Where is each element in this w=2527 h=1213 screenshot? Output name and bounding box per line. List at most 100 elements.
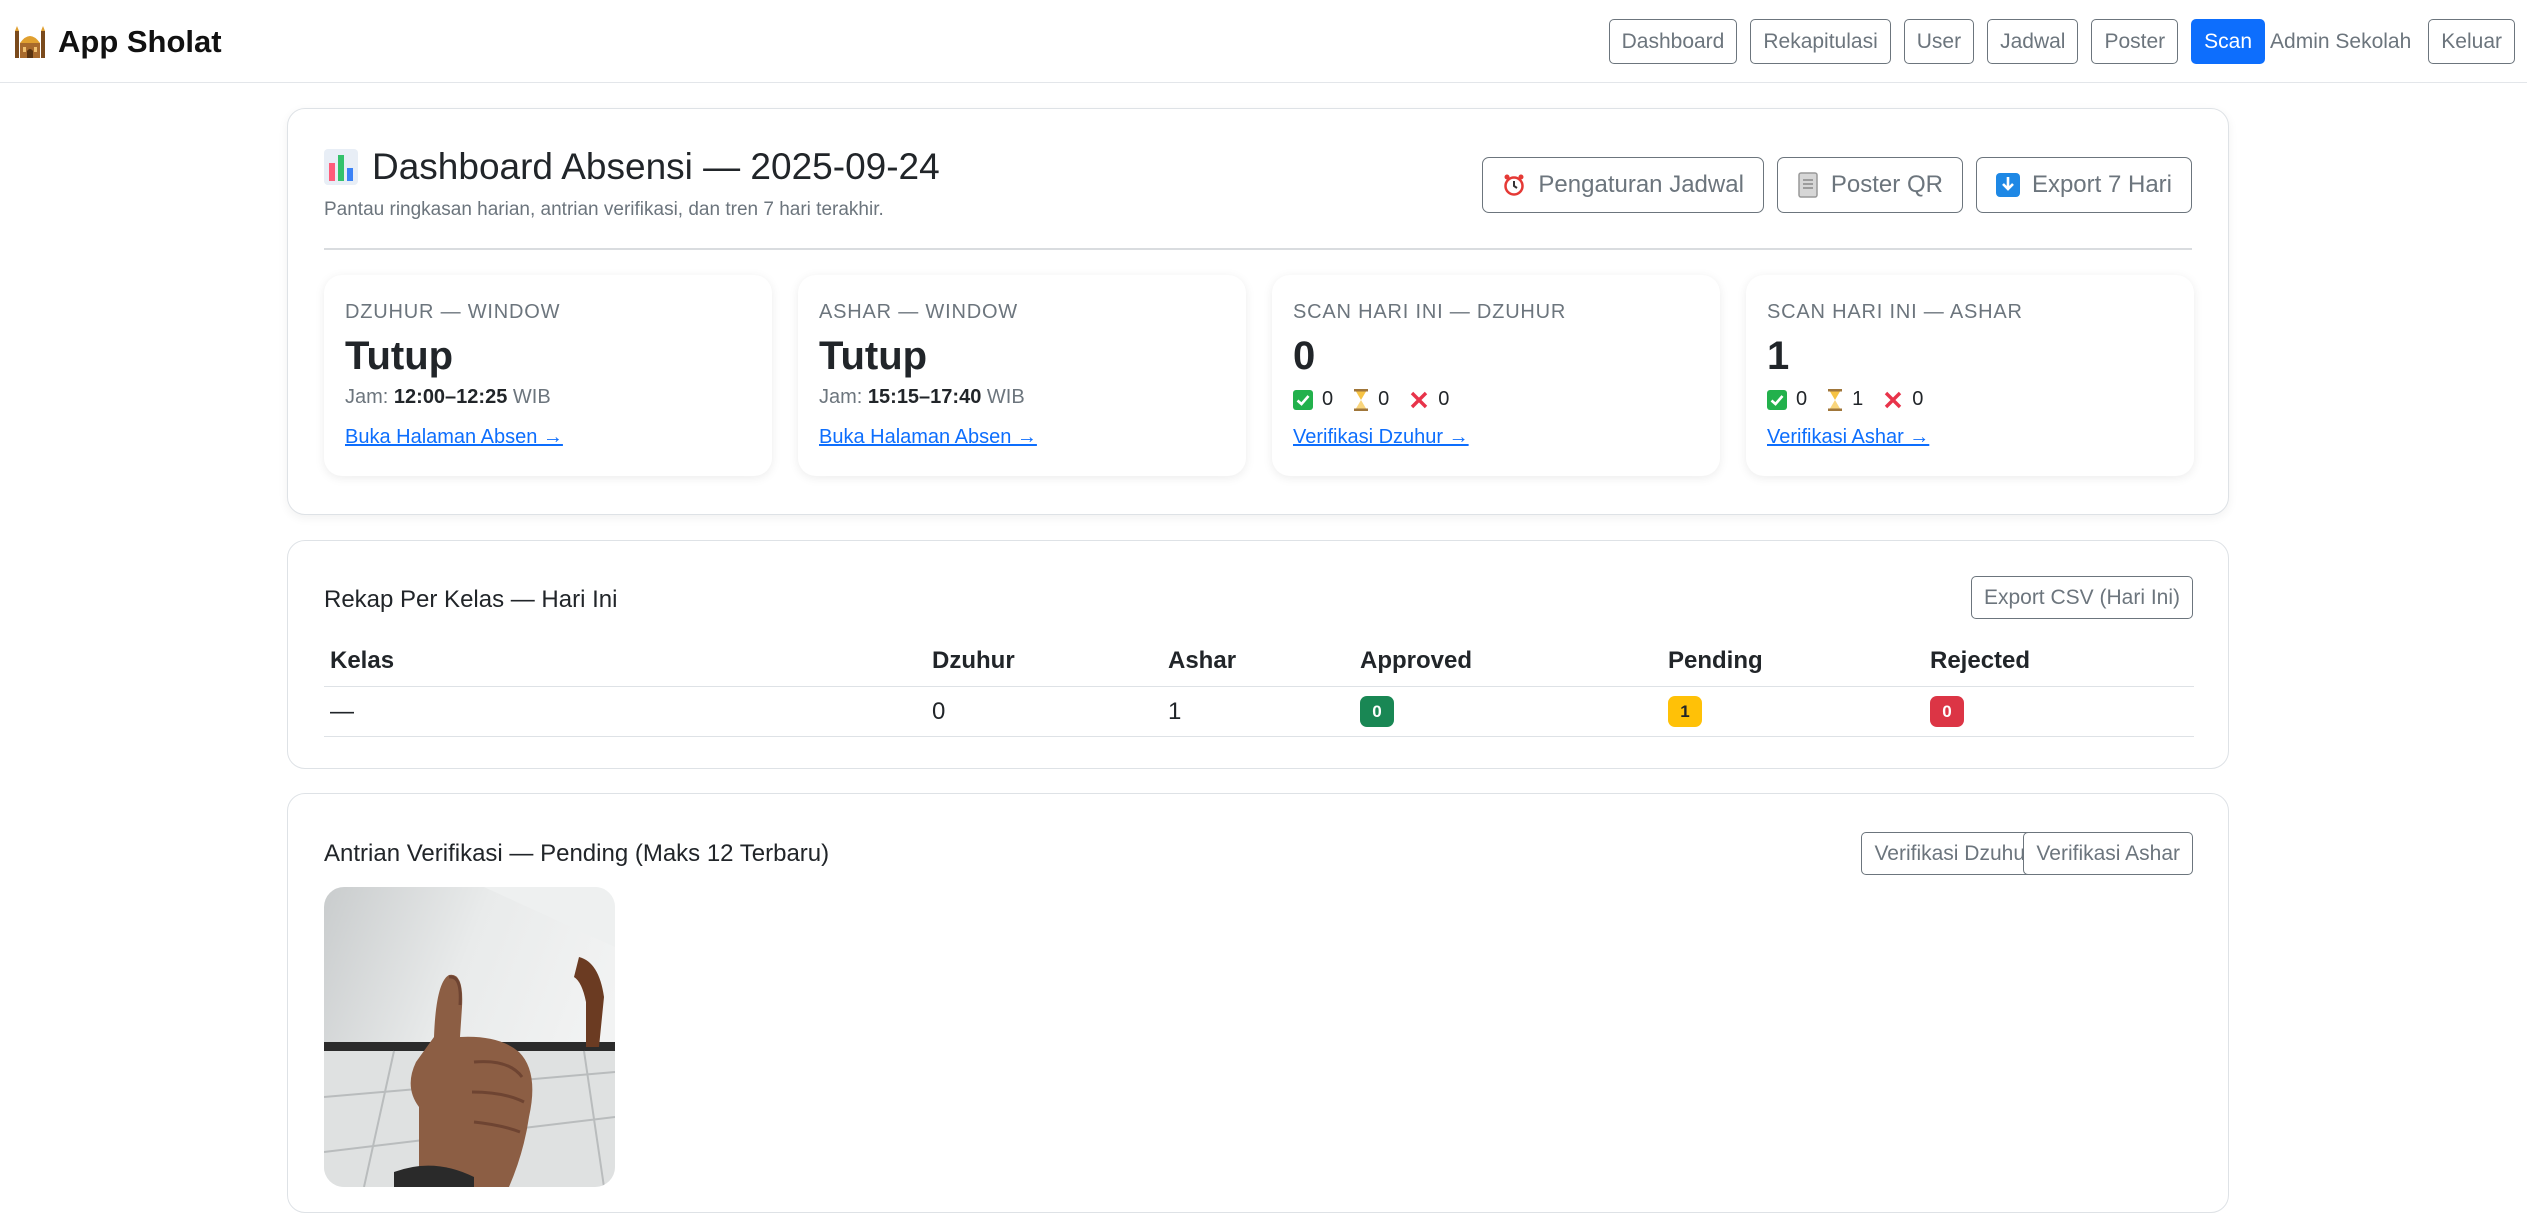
hourglass-icon	[1354, 388, 1369, 411]
cross-mark-icon	[1885, 391, 1902, 408]
status-counts: 0 0 0	[1293, 388, 1699, 411]
table-header-row: Kelas Dzuhur Ashar Approved Pending Reje…	[324, 636, 2194, 687]
stat-card-dzuhur-window: DZUHUR — WINDOW Tutup Jam: 12:00–12:25 W…	[324, 275, 772, 476]
buka-absen-ashar-link[interactable]: Buka Halaman Absen →	[819, 426, 1037, 449]
download-arrow-icon	[1995, 173, 2020, 197]
cell-kelas: —	[324, 686, 926, 737]
verifikasi-dzuhur-button[interactable]: Verifikasi Dzuhur	[1861, 832, 2045, 875]
antrian-title: Antrian Verifikasi — Pending (Maks 12 Te…	[324, 840, 830, 867]
export-7-hari-label: Export 7 Hari	[2031, 171, 2172, 198]
pengaturan-jadwal-label: Pengaturan Jadwal	[1538, 171, 1744, 198]
nav-poster-button[interactable]: Poster	[2091, 19, 2179, 64]
approved-count-value: 0	[1796, 388, 1808, 410]
approved-count: 0	[1293, 388, 1333, 411]
column-header: Rejected	[1924, 636, 2194, 687]
hourglass-icon	[1828, 388, 1843, 411]
stat-time: Jam: 15:15–17:40 WIB	[819, 386, 1225, 409]
nav-rekapitulasi-button[interactable]: Rekapitulasi	[1750, 19, 1891, 64]
cross-mark-icon	[1411, 391, 1428, 408]
verifikasi-ashar-link[interactable]: Verifikasi Ashar →	[1767, 426, 1929, 449]
rejected-count: 0	[1883, 388, 1923, 411]
rekap-title: Rekap Per Kelas — Hari Ini	[324, 586, 618, 613]
stat-value: 1	[1767, 334, 1790, 378]
rekap-card: Rekap Per Kelas — Hari Ini Export CSV (H…	[287, 540, 2229, 769]
thumbs-up-photo	[324, 887, 615, 1187]
poster-qr-label: Poster QR	[1830, 171, 1943, 198]
export-csv-button[interactable]: Export CSV (Hari Ini)	[1970, 576, 2193, 619]
table-row: — 0 1 0 1 0	[324, 686, 2194, 737]
stat-card-scan-dzuhur: SCAN HARI INI — DZUHUR 0 0 0 0 Verifikas…	[1272, 275, 1720, 476]
stat-card-scan-ashar: SCAN HARI INI — ASHAR 1 0 1 0 Verifikasi…	[1746, 275, 2194, 476]
time-zone: WIB	[512, 386, 551, 408]
stat-label: ASHAR — WINDOW	[819, 301, 1018, 323]
column-header: Pending	[1662, 636, 1924, 687]
pending-badge: 1	[1668, 696, 1702, 727]
pengaturan-jadwal-button[interactable]: Pengaturan Jadwal	[1482, 157, 1764, 213]
time-range: 12:00–12:25	[393, 386, 508, 408]
dashboard-card: Dashboard Absensi — 2025-09-24 Pantau ri…	[287, 108, 2229, 515]
page-title: Dashboard Absensi — 2025-09-24	[324, 146, 940, 188]
rejected-count-value: 0	[1438, 388, 1450, 410]
stat-cards: DZUHUR — WINDOW Tutup Jam: 12:00–12:25 W…	[324, 275, 2194, 476]
export-7-hari-button[interactable]: Export 7 Hari	[1975, 157, 2192, 213]
rekap-table: Kelas Dzuhur Ashar Approved Pending Reje…	[324, 636, 2194, 737]
page-title-text: Dashboard Absensi — 2025-09-24	[372, 146, 940, 187]
current-user-label: Admin Sekolah	[2270, 29, 2412, 53]
stat-value: 0	[1293, 334, 1316, 378]
time-prefix: Jam:	[345, 386, 389, 408]
header-actions: Pengaturan Jadwal Poster QR Export 7 Har…	[1482, 157, 2192, 213]
cell-dzuhur: 0	[926, 686, 1162, 737]
nav-actions: Dashboard Rekapitulasi User Jadwal Poste…	[1608, 19, 2515, 64]
nav-dashboard-button[interactable]: Dashboard	[1608, 19, 1738, 64]
stat-value: Tutup	[345, 334, 454, 378]
nav-jadwal-button[interactable]: Jadwal	[1987, 19, 2079, 64]
pending-photo-thumbnail[interactable]	[324, 887, 615, 1187]
nav-scan-button[interactable]: Scan	[2191, 19, 2266, 64]
time-zone: WIB	[986, 386, 1025, 408]
column-header: Ashar	[1162, 636, 1354, 687]
antrian-card: Antrian Verifikasi — Pending (Maks 12 Te…	[287, 793, 2229, 1213]
cell-approved: 0	[1354, 686, 1662, 737]
pending-count: 1	[1827, 388, 1863, 411]
status-counts: 0 1 0	[1767, 388, 2173, 411]
alarm-clock-icon	[1504, 174, 1525, 196]
document-icon	[1798, 172, 1818, 198]
stat-label: DZUHUR — WINDOW	[345, 301, 561, 323]
top-navbar: App Sholat Dashboard Rekapitulasi User J…	[0, 0, 2527, 83]
column-header: Approved	[1354, 636, 1662, 687]
column-header: Kelas	[324, 636, 926, 687]
rejected-count: 0	[1409, 388, 1449, 411]
brand-title: App Sholat	[58, 24, 222, 59]
column-header: Dzuhur	[926, 636, 1162, 687]
stat-time: Jam: 12:00–12:25 WIB	[345, 386, 751, 409]
approved-count-value: 0	[1322, 388, 1334, 410]
pending-count: 0	[1353, 388, 1389, 411]
stat-card-ashar-window: ASHAR — WINDOW Tutup Jam: 15:15–17:40 WI…	[798, 275, 1246, 476]
time-prefix: Jam:	[819, 386, 863, 408]
nav-user-button[interactable]: User	[1903, 19, 1975, 64]
stat-value: Tutup	[819, 334, 928, 378]
brand[interactable]: App Sholat	[14, 22, 222, 62]
verifikasi-dzuhur-link[interactable]: Verifikasi Dzuhur →	[1293, 426, 1469, 449]
approved-badge: 0	[1360, 696, 1394, 727]
poster-qr-button[interactable]: Poster QR	[1776, 157, 1963, 213]
rejected-badge: 0	[1930, 696, 1964, 727]
stat-label: SCAN HARI INI — DZUHUR	[1293, 301, 1567, 323]
time-range: 15:15–17:40	[867, 386, 982, 408]
check-mark-icon	[1767, 389, 1787, 410]
stat-label: SCAN HARI INI — ASHAR	[1767, 301, 2023, 323]
bar-chart-icon	[324, 149, 358, 185]
rejected-count-value: 0	[1912, 388, 1924, 410]
pending-count-value: 0	[1378, 388, 1390, 410]
verifikasi-ashar-button[interactable]: Verifikasi Ashar	[2023, 832, 2193, 875]
pending-count-value: 1	[1852, 388, 1864, 410]
check-mark-icon	[1293, 389, 1313, 410]
buka-absen-dzuhur-link[interactable]: Buka Halaman Absen →	[345, 426, 563, 449]
approved-count: 0	[1767, 388, 1807, 411]
cell-ashar: 1	[1162, 686, 1354, 737]
logout-button[interactable]: Keluar	[2428, 19, 2515, 64]
page-subtitle: Pantau ringkasan harian, antrian verifik…	[324, 199, 884, 220]
header-divider	[324, 248, 2192, 250]
mosque-icon	[15, 26, 45, 58]
cell-rejected: 0	[1924, 686, 2194, 737]
